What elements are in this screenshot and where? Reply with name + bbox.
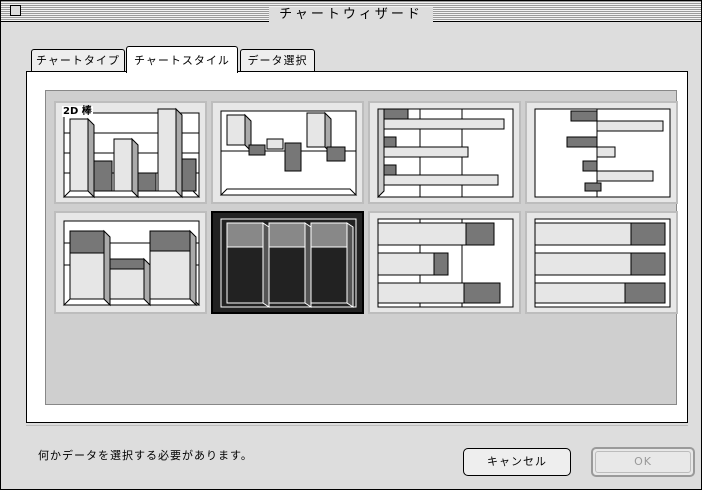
horizontal-stacked-bar-icon	[377, 218, 514, 308]
vertical-bar-2d-icon	[62, 107, 201, 199]
status-message: 何かデータを選択する必要があります。	[38, 449, 253, 462]
stacked-bar-100-icon	[220, 218, 357, 308]
vertical-bar-floating-icon	[219, 110, 358, 196]
style-thumb-horizontal-bar-floating[interactable]	[525, 101, 678, 204]
style-thumb-horizontal-stacked-bar-100[interactable]	[525, 211, 678, 314]
ok-button[interactable]: OK	[591, 447, 695, 477]
style-thumb-stacked-bar-100[interactable]	[211, 211, 364, 314]
tab-chart-style[interactable]: チャートスタイル	[126, 46, 238, 73]
style-badge: 2D 棒	[62, 106, 93, 117]
style-gallery: 2D 棒	[45, 90, 678, 405]
style-thumb-vertical-bar-2d[interactable]: 2D 棒	[54, 101, 207, 204]
cancel-button[interactable]: キャンセル	[463, 448, 571, 476]
style-thumb-horizontal-stacked-bar[interactable]	[368, 211, 521, 314]
title-bar[interactable]: チャートウィザード	[1, 1, 701, 23]
style-thumb-horizontal-bar-grouped[interactable]	[368, 101, 521, 204]
chart-style-panel: 2D 棒	[26, 71, 688, 423]
chart-wizard-window: チャートウィザード チャートタイプ チャートスタイル データ選択 2D 棒 何か…	[0, 0, 702, 490]
footer-divider	[26, 425, 688, 426]
tab-chart-type[interactable]: チャートタイプ	[31, 49, 125, 72]
window-title: チャートウィザード	[269, 7, 433, 23]
tab-data-selection[interactable]: データ選択	[240, 49, 315, 72]
horizontal-bar-floating-icon	[534, 108, 671, 198]
horizontal-stacked-bar-100-icon	[534, 218, 671, 308]
style-thumb-vertical-bar-floating[interactable]	[211, 101, 364, 204]
horizontal-bar-grouped-icon	[377, 108, 514, 199]
stacked-bar-icon	[62, 220, 201, 307]
style-thumb-stacked-bar[interactable]	[54, 211, 207, 314]
